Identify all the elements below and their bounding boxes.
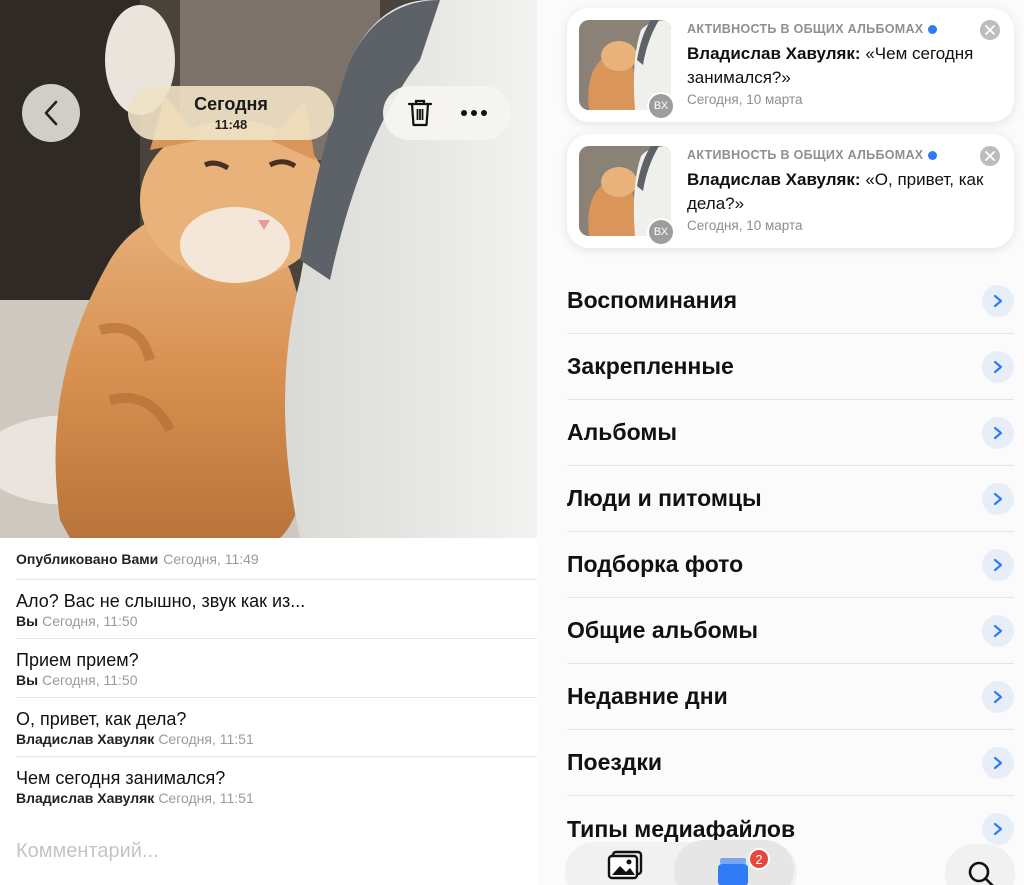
- comment-input[interactable]: [16, 836, 516, 866]
- comment-text: Прием прием?: [16, 650, 139, 670]
- photo-library-icon: [607, 850, 643, 880]
- comment-text: О, привет, как дела?: [16, 709, 187, 729]
- tab-collections[interactable]: 2: [674, 840, 794, 885]
- chevron-right-icon: [982, 350, 1014, 383]
- menu-item-label: Альбомы: [567, 419, 677, 445]
- comment-item[interactable]: Чем сегодня занимался? Владислав Хавуляк…: [16, 757, 537, 816]
- tab-library[interactable]: [607, 850, 643, 885]
- delete-button[interactable]: [398, 91, 442, 135]
- comment-item[interactable]: О, привет, как дела? Владислав Хавуляк Се…: [16, 698, 537, 757]
- tab-search[interactable]: [945, 844, 1015, 885]
- more-button[interactable]: [452, 91, 496, 135]
- menu-item-label: Недавние дни: [567, 683, 728, 709]
- unread-dot: [928, 151, 938, 161]
- chevron-right-icon: [982, 284, 1014, 317]
- menu-item-recent-days[interactable]: Недавние дни: [567, 664, 1014, 730]
- chevron-right-icon: [982, 416, 1014, 449]
- notification-header: АКТИВНОСТЬ В ОБЩИХ АЛЬБОМАХ: [687, 22, 938, 36]
- menu-item-shared-albums[interactable]: Общие альбомы: [567, 598, 1014, 664]
- posted-time: Сегодня, 11:49: [163, 550, 259, 567]
- photo-viewer-panel: Сегодня 11:48 Опубликовано Вами Сегодня,…: [0, 0, 537, 885]
- menu-item-trips[interactable]: Поездки: [567, 730, 1014, 796]
- comment-text: Чем сегодня занимался?: [16, 768, 226, 788]
- menu-item-label: Общие альбомы: [567, 617, 758, 643]
- notification-badge: 2: [748, 848, 770, 870]
- menu-item-label: Закрепленные: [567, 353, 734, 379]
- chevron-left-icon: [44, 100, 58, 126]
- chevron-right-icon: [982, 482, 1014, 515]
- comment-time: Сегодня, 11:51: [158, 790, 254, 806]
- shared-album-notification[interactable]: ВХ АКТИВНОСТЬ В ОБЩИХ АЛЬБОМАХ Владислав…: [567, 8, 1014, 122]
- author-avatar: ВХ: [647, 92, 675, 120]
- back-button[interactable]: [22, 84, 80, 142]
- notification-body: Владислав Хавуляк: «О, привет, как дела?…: [687, 168, 987, 216]
- comment-time: Сегодня, 11:50: [42, 613, 138, 629]
- chevron-right-icon: [982, 548, 1014, 581]
- menu-item-label: Воспоминания: [567, 287, 738, 313]
- collections-icon: [718, 858, 748, 885]
- tab-bar: 2: [537, 830, 1024, 885]
- comment-time: Сегодня, 11:50: [42, 672, 138, 688]
- comment-author: Владислав Хавуляк: [16, 790, 155, 806]
- ellipsis-icon: [461, 110, 487, 116]
- notification-author: Владислав Хавуляк:: [687, 44, 861, 63]
- posted-info: Опубликовано Вами Сегодня, 11:49: [16, 538, 537, 580]
- notification-header: АКТИВНОСТЬ В ОБЩИХ АЛЬБОМАХ: [687, 148, 938, 162]
- cat-photo-illustration: [0, 0, 537, 538]
- menu-item-label: Люди и питомцы: [567, 485, 762, 511]
- close-icon: [985, 151, 995, 161]
- menu-item-label: Подборка фото: [567, 551, 744, 577]
- dismiss-button[interactable]: [980, 20, 1000, 40]
- comments-list: Опубликовано Вами Сегодня, 11:49 Ало? Ва…: [16, 538, 537, 816]
- comment-author: Владислав Хавуляк: [16, 731, 155, 747]
- photo-date: Сегодня: [194, 94, 268, 114]
- shared-album-notification[interactable]: ВХ АКТИВНОСТЬ В ОБЩИХ АЛЬБОМАХ Владислав…: [567, 134, 1014, 248]
- dismiss-button[interactable]: [980, 146, 1000, 166]
- chevron-right-icon: [982, 680, 1014, 713]
- cat-photo[interactable]: [0, 0, 537, 538]
- menu-item-label: Поездки: [567, 749, 663, 775]
- photo-time: 11:48: [214, 117, 248, 132]
- unread-dot: [928, 25, 938, 35]
- photo-actions: [383, 86, 511, 140]
- search-icon: [968, 861, 994, 885]
- comment-text: Ало? Вас не слышно, звук как из...: [16, 591, 306, 611]
- menu-item-people-pets[interactable]: Люди и питомцы: [567, 466, 1014, 532]
- notification-body: Владислав Хавуляк: «Чем сегодня занималс…: [687, 42, 987, 90]
- trash-icon: [407, 99, 433, 127]
- notification-date: Сегодня, 10 марта: [687, 92, 803, 107]
- menu-item-albums[interactable]: Альбомы: [567, 400, 1014, 466]
- author-avatar: ВХ: [647, 218, 675, 246]
- close-icon: [985, 25, 995, 35]
- comment-item[interactable]: Ало? Вас не слышно, звук как из... Вы Сег…: [16, 580, 537, 639]
- menu-item-featured[interactable]: Подборка фото: [567, 532, 1014, 598]
- menu-item-pinned[interactable]: Закрепленные: [567, 334, 1014, 400]
- chevron-right-icon: [982, 614, 1014, 647]
- photo-date-header: Сегодня 11:48: [128, 86, 334, 140]
- notification-author: Владислав Хавуляк:: [687, 170, 861, 189]
- comment-time: Сегодня, 11:51: [158, 731, 254, 747]
- posted-by: Опубликовано Вами: [16, 550, 159, 567]
- menu-item-memories[interactable]: Воспоминания: [567, 268, 1014, 334]
- collections-menu: Воспоминания Закрепленные Альбомы Люди и…: [567, 268, 1014, 862]
- comment-author: Вы: [16, 672, 39, 688]
- collections-panel: ВХ АКТИВНОСТЬ В ОБЩИХ АЛЬБОМАХ Владислав…: [537, 0, 1024, 885]
- comment-item[interactable]: Прием прием? Вы Сегодня, 11:50: [16, 639, 537, 698]
- chevron-right-icon: [982, 746, 1014, 779]
- notification-date: Сегодня, 10 марта: [687, 218, 803, 233]
- comment-author: Вы: [16, 613, 39, 629]
